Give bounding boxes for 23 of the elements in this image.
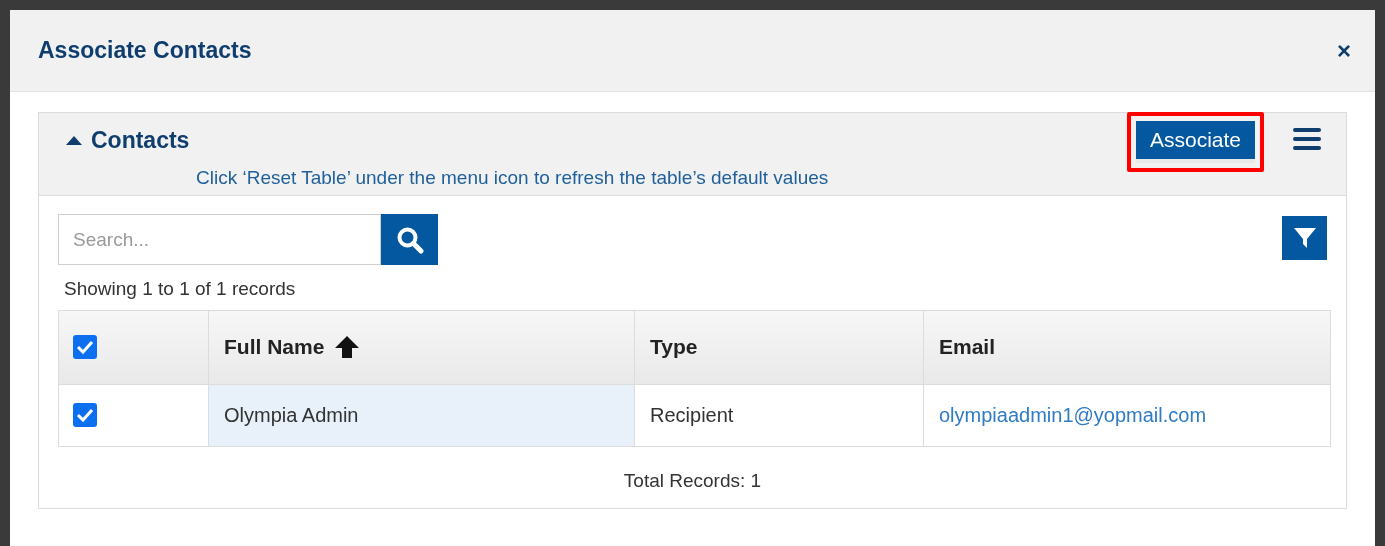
filter-button[interactable] bbox=[1282, 216, 1327, 260]
checkbox[interactable] bbox=[73, 335, 97, 359]
panel-hint: Click ‘Reset Table’ under the menu icon to refresh the table’s default values bbox=[196, 165, 829, 190]
close-button[interactable]: × bbox=[1337, 38, 1351, 63]
panel-title: Contacts bbox=[91, 126, 190, 155]
total-records: Total Records: 1 bbox=[622, 468, 763, 493]
search-field[interactable]: Search... bbox=[58, 214, 381, 265]
search-icon bbox=[395, 225, 424, 254]
sort-ascending-icon bbox=[334, 335, 361, 359]
table-cell: Recipient bbox=[634, 384, 924, 446]
search-button[interactable] bbox=[381, 214, 438, 265]
associate-button[interactable]: Associate bbox=[1135, 121, 1255, 163]
column-header[interactable]: Type bbox=[634, 310, 924, 384]
checkbox[interactable] bbox=[73, 403, 97, 427]
email-link[interactable]: olympiaadmin1@yopmail.com bbox=[923, 384, 1331, 446]
dialog-title: Associate Contacts bbox=[38, 36, 252, 66]
filter-icon bbox=[1292, 226, 1317, 250]
table-cell: Olympia Admin bbox=[208, 384, 635, 446]
collapse-caret-icon[interactable] bbox=[65, 134, 83, 147]
records-summary: Showing 1 to 1 of 1 records bbox=[63, 277, 297, 301]
menu-icon[interactable] bbox=[1292, 127, 1322, 151]
column-header[interactable]: Full Name bbox=[208, 310, 635, 384]
column-header[interactable]: Email bbox=[923, 310, 1331, 384]
